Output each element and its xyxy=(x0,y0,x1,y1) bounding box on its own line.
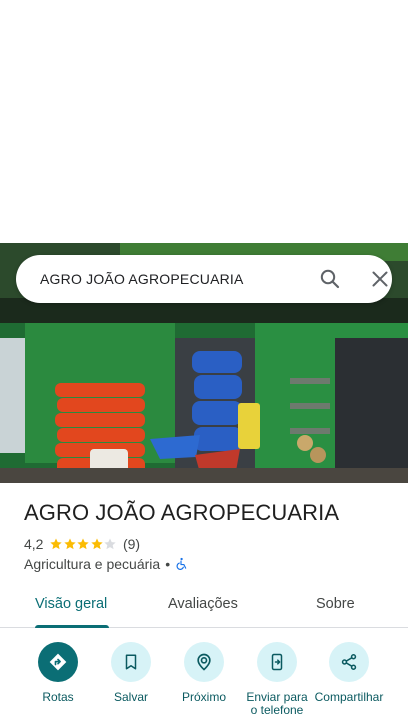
category-row: Agricultura e pecuária • xyxy=(24,556,188,572)
send-to-phone-button[interactable]: Enviar para o telefone xyxy=(241,642,313,717)
share-label: Compartilhar xyxy=(314,690,384,704)
send-to-phone-icon xyxy=(257,642,297,682)
share-button[interactable]: Compartilhar xyxy=(313,642,385,704)
map-area[interactable] xyxy=(0,0,408,243)
star-full-icon xyxy=(77,538,90,550)
search-query-text[interactable]: AGRO JOÃO AGROPECUARIA xyxy=(40,255,244,303)
star-full-icon xyxy=(50,538,63,550)
save-button[interactable]: Salvar xyxy=(95,642,167,704)
directions-button[interactable]: Rotas xyxy=(22,642,94,704)
save-label: Salvar xyxy=(113,690,148,704)
nearby-label: Próximo xyxy=(181,690,226,704)
search-bar[interactable]: AGRO JOÃO AGROPECUARIA xyxy=(16,255,392,303)
wheelchair-accessible-icon[interactable] xyxy=(174,557,188,571)
search-icon[interactable] xyxy=(318,267,342,291)
star-empty-icon xyxy=(104,538,117,550)
directions-label: Rotas xyxy=(42,690,74,704)
star-full-icon xyxy=(91,538,103,550)
share-icon xyxy=(329,642,369,682)
tab-reviews[interactable]: Avaliações xyxy=(168,596,238,612)
star-full-icon xyxy=(64,538,76,550)
review-count[interactable]: (9) xyxy=(123,536,140,552)
place-category: Agricultura e pecuária xyxy=(24,556,161,572)
active-tab-indicator xyxy=(35,625,109,628)
tab-about[interactable]: Sobre xyxy=(316,596,355,612)
place-tabs: Visão geral Avaliações Sobre xyxy=(0,584,408,628)
nearby-button[interactable]: Próximo xyxy=(168,642,240,704)
directions-icon xyxy=(38,642,78,682)
close-icon[interactable] xyxy=(368,267,392,291)
tab-overview[interactable]: Visão geral xyxy=(35,596,107,612)
nearby-icon xyxy=(184,642,224,682)
place-title: AGRO JOÃO AGROPECUARIA xyxy=(24,500,340,525)
bookmark-icon xyxy=(111,642,151,682)
rating-row[interactable]: 4,2 (9) xyxy=(24,536,140,552)
separator-dot: • xyxy=(165,556,171,572)
rating-value: 4,2 xyxy=(24,536,44,552)
rating-stars xyxy=(49,537,117,551)
send-to-phone-label: Enviar para o telefone xyxy=(246,690,308,717)
